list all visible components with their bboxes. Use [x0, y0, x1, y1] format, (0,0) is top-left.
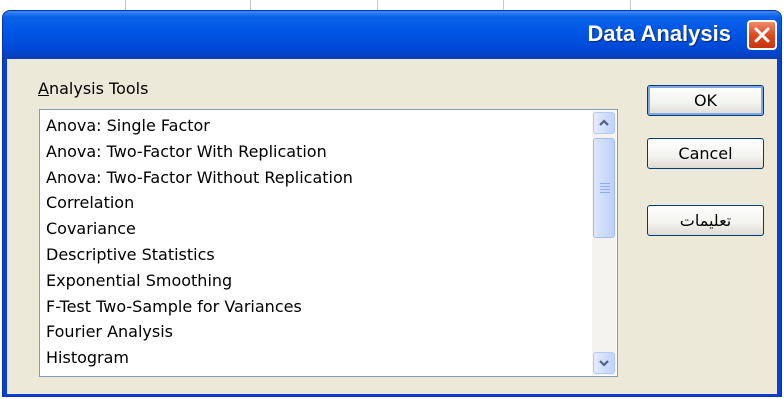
label-text: nalysis Tools	[48, 79, 149, 98]
close-icon	[754, 27, 770, 43]
dialog-client-area: Analysis Tools Anova: Single Factor Anova…	[7, 59, 777, 394]
thumb-grip	[600, 183, 610, 184]
list-item[interactable]: Covariance	[44, 216, 589, 242]
accelerator-letter: A	[38, 79, 49, 98]
scroll-up-button[interactable]	[593, 112, 615, 134]
data-analysis-dialog: Data Analysis Analysis Tools Anova: Sing…	[2, 10, 782, 397]
list-item[interactable]: Correlation	[44, 190, 589, 216]
analysis-tools-label: Analysis Tools	[38, 79, 148, 98]
list-item[interactable]: Descriptive Statistics	[44, 242, 589, 268]
list-item[interactable]: Anova: Single Factor	[44, 113, 589, 139]
list-item[interactable]: Exponential Smoothing	[44, 268, 589, 294]
analysis-tools-list[interactable]: Anova: Single Factor Anova: Two-Factor Wi…	[39, 109, 618, 377]
cancel-button[interactable]: Cancel	[647, 138, 764, 169]
thumb-grip	[600, 192, 610, 193]
dialog-title: Data Analysis	[587, 21, 731, 46]
help-button[interactable]: تعليمات	[647, 205, 764, 236]
chevron-up-icon	[599, 119, 609, 126]
ok-button[interactable]: OK	[647, 85, 764, 116]
vertical-scrollbar[interactable]	[592, 111, 616, 375]
list-item[interactable]: Histogram	[44, 345, 589, 371]
list-items: Anova: Single Factor Anova: Two-Factor Wi…	[44, 113, 589, 371]
list-item[interactable]: Anova: Two-Factor Without Replication	[44, 165, 589, 191]
list-item[interactable]: F-Test Two-Sample for Variances	[44, 294, 589, 320]
list-item[interactable]: Fourier Analysis	[44, 319, 589, 345]
thumb-grip	[600, 186, 610, 187]
thumb-grip	[600, 189, 610, 190]
title-bar[interactable]: Data Analysis	[3, 11, 781, 59]
close-button[interactable]	[747, 20, 777, 50]
list-item[interactable]: Anova: Two-Factor With Replication	[44, 139, 589, 165]
scroll-down-button[interactable]	[593, 352, 615, 374]
scrollbar-thumb[interactable]	[593, 138, 615, 238]
chevron-down-icon	[599, 360, 609, 367]
